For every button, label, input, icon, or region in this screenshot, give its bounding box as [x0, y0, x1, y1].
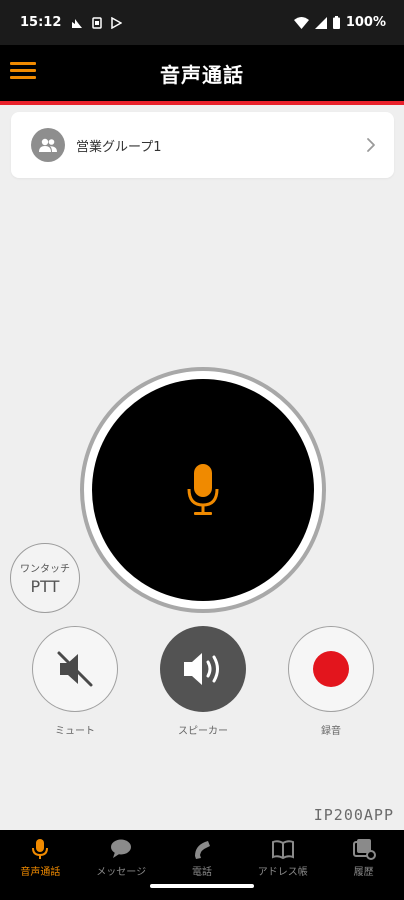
nav-label: 電話: [191, 867, 212, 878]
nav-label: メッセージ: [96, 867, 147, 878]
battery-percent: 100%: [345, 15, 386, 30]
header-divider: [0, 101, 404, 105]
mute-label: ミュート: [55, 726, 95, 737]
ptt-button[interactable]: [80, 367, 326, 613]
ptt-label: PTT: [30, 577, 60, 596]
notification-icon: [72, 18, 83, 28]
mute-button[interactable]: [32, 626, 118, 712]
hamburger-menu-icon[interactable]: [10, 59, 36, 85]
speaker-label: スピーカー: [178, 726, 228, 737]
mic-icon: [32, 839, 49, 859]
nav-item-voice-call[interactable]: 音声通話: [0, 830, 81, 900]
speaker-button[interactable]: [160, 626, 246, 712]
chat-icon: [111, 839, 132, 858]
nav-item-history[interactable]: 履歴: [323, 830, 404, 900]
chevron-right-icon: [367, 138, 375, 152]
play-store-icon: [111, 16, 123, 29]
page-title: 音声通話: [160, 62, 244, 87]
nav-label: 音声通話: [20, 867, 61, 878]
signal-icon: [314, 16, 327, 29]
sim-icon: [92, 16, 103, 29]
status-time: 15:12: [20, 15, 62, 30]
nav-label: 履歴: [353, 867, 374, 878]
nav-item-message[interactable]: メッセージ: [81, 830, 162, 900]
group-selector[interactable]: 営業グループ1: [11, 112, 394, 178]
book-icon: [271, 840, 294, 860]
home-indicator[interactable]: [150, 884, 254, 888]
record-label: 録音: [321, 726, 341, 737]
one-touch-ptt-button[interactable]: ワンタッチ PTT: [10, 543, 80, 613]
nav-item-address-book[interactable]: アドレス帳: [242, 830, 323, 900]
brand-label: IP200APP: [313, 806, 394, 824]
status-bar: 15:12 100%: [0, 0, 404, 45]
app-header: 音声通話: [0, 45, 404, 101]
record-icon: [313, 651, 349, 687]
mic-icon: [187, 464, 219, 515]
nav-item-phone[interactable]: 電話: [162, 830, 243, 900]
mic-off-icon: [57, 651, 93, 687]
one-touch-label: ワンタッチ: [20, 564, 70, 575]
record-button[interactable]: [288, 626, 374, 712]
nav-label: アドレス帳: [257, 867, 308, 878]
group-name: 営業グループ1: [76, 139, 162, 155]
speaker-icon: [184, 653, 219, 685]
group-icon: [31, 128, 65, 162]
battery-icon: [332, 16, 340, 29]
wifi-icon: [293, 16, 309, 29]
phone-icon: [194, 841, 210, 859]
history-icon: [352, 839, 376, 860]
bottom-nav: 音声通話 メッセージ 電話 アドレス帳 履歴: [0, 830, 404, 900]
